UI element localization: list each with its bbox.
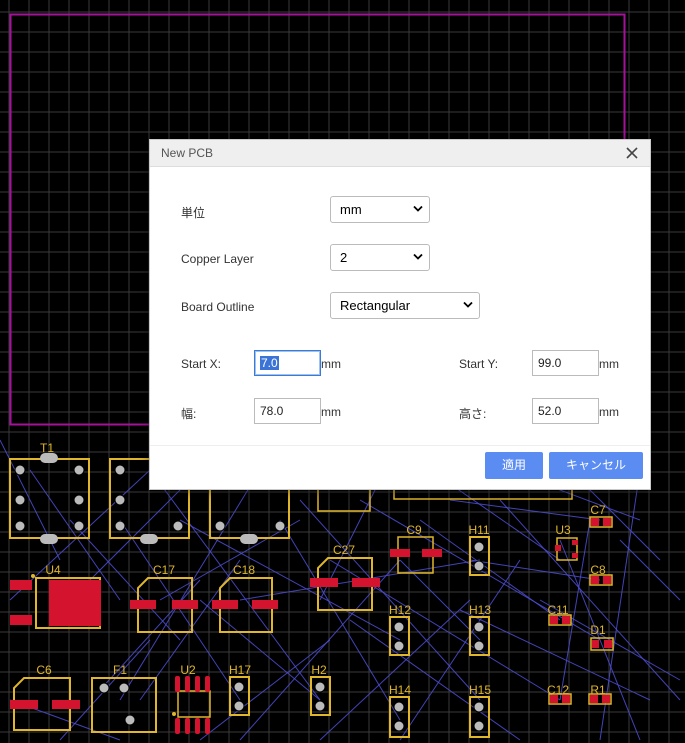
designator-U4: U4 — [45, 563, 61, 577]
dialog-titlebar: New PCB — [150, 140, 650, 167]
width-label: 幅: — [181, 407, 197, 421]
designator-C7: C7 — [590, 503, 606, 517]
designator-H12: H12 — [389, 603, 411, 617]
copper-layer-select-value: 2 — [340, 250, 348, 265]
copper-layer-select[interactable]: 2 — [330, 244, 430, 271]
chevron-down-icon — [413, 205, 423, 212]
designator-C6: C6 — [36, 663, 52, 677]
designator-C18: C18 — [233, 563, 255, 577]
chevron-down-icon — [463, 301, 473, 308]
cancel-button[interactable]: キャンセル — [549, 452, 643, 479]
new-pcb-dialog: New PCB 単位 mm Copper Layer 2 Board Outli… — [149, 139, 651, 490]
start-x-input[interactable]: 7.0 — [254, 350, 321, 376]
start-y-value: 99.0 — [538, 356, 562, 370]
board-outline-label: Board Outline — [181, 300, 255, 314]
unit-select[interactable]: mm — [330, 196, 430, 223]
width-unit: mm — [321, 405, 341, 419]
start-x-unit: mm — [321, 357, 341, 371]
start-y-input[interactable]: 99.0 — [532, 350, 599, 376]
designator-U2: U2 — [180, 663, 196, 677]
unit-label: 単位 — [181, 206, 206, 220]
apply-button[interactable]: 適用 — [485, 452, 543, 479]
copper-layer-label: Copper Layer — [181, 252, 254, 266]
designator-C12: C12 — [547, 683, 569, 697]
designator-C9: C9 — [406, 523, 422, 537]
start-y-label: Start Y: — [459, 357, 499, 371]
designator-D1: D1 — [590, 623, 606, 637]
designator-H11: H11 — [468, 523, 489, 537]
unit-select-value: mm — [340, 202, 362, 217]
designator-H15: H15 — [469, 683, 491, 697]
dialog-footer-divider — [150, 445, 650, 446]
chevron-down-icon — [413, 253, 423, 260]
height-label: 高さ: — [459, 407, 487, 421]
dialog-title: New PCB — [161, 146, 214, 160]
width-input[interactable]: 78.0 — [254, 398, 321, 424]
designator-H13: H13 — [469, 603, 491, 617]
height-unit: mm — [599, 405, 619, 419]
designator-C17: C17 — [153, 563, 175, 577]
designator-C8: C8 — [590, 563, 606, 577]
width-value: 78.0 — [260, 404, 284, 418]
designator-H17: H17 — [229, 663, 251, 677]
board-outline-select-value: Rectangular — [340, 298, 411, 313]
designator-U3: U3 — [555, 523, 571, 537]
start-x-value: 7.0 — [260, 356, 279, 370]
start-y-unit: mm — [599, 357, 619, 371]
designator-C27: C27 — [333, 543, 355, 557]
start-x-label: Start X: — [181, 357, 222, 371]
designator-R1: R1 — [590, 683, 606, 697]
designator-F1: F1 — [113, 663, 127, 677]
designator-C11: C11 — [547, 603, 568, 617]
height-input[interactable]: 52.0 — [532, 398, 599, 424]
designator-T1: T1 — [40, 441, 54, 455]
height-value: 52.0 — [538, 404, 562, 418]
board-outline-select[interactable]: Rectangular — [330, 292, 480, 319]
designator-H2: H2 — [311, 663, 327, 677]
designator-H14: H14 — [389, 683, 411, 697]
close-icon[interactable] — [624, 145, 640, 161]
